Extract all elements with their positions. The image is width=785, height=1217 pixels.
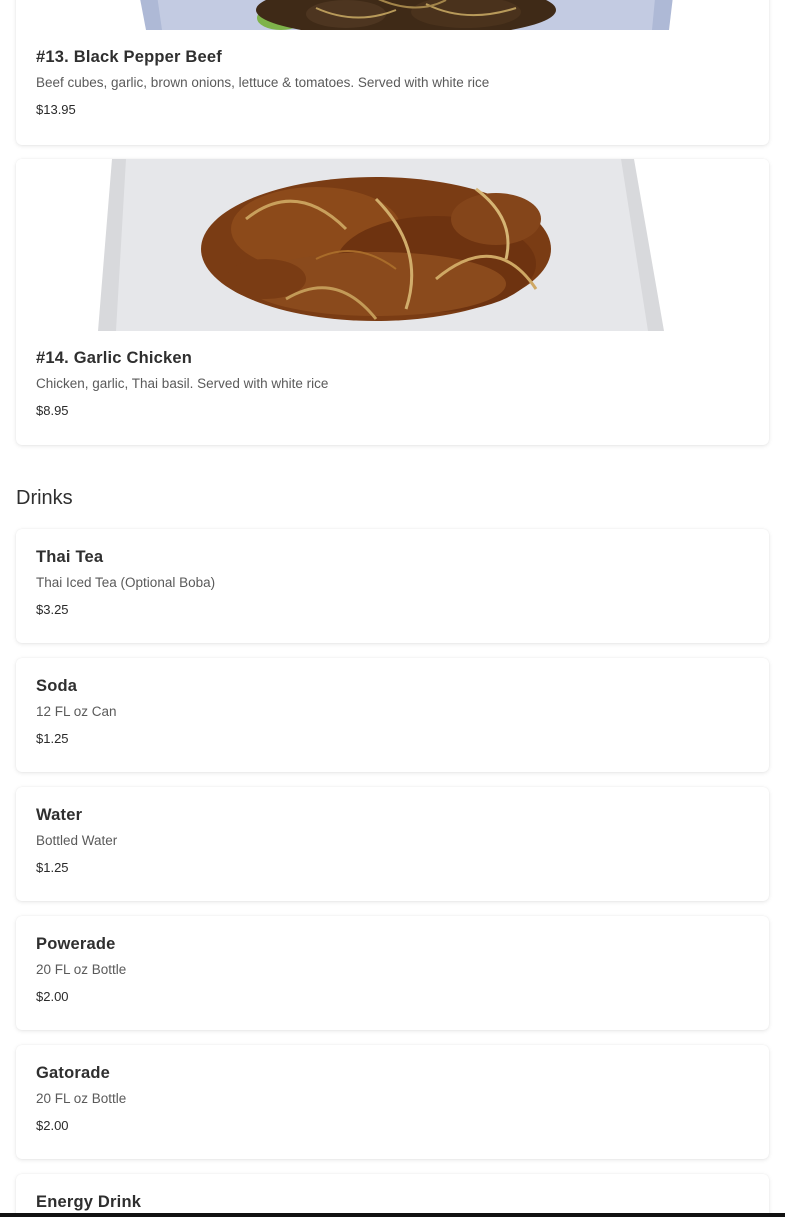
drink-item-description: 20 FL oz Bottle — [36, 1091, 127, 1106]
menu-item-card[interactable]: #13. Black Pepper Beef Beef cubes, garli… — [16, 0, 769, 145]
black-pepper-beef-photo — [16, 0, 769, 30]
drink-item-title: Energy Drink — [36, 1193, 142, 1211]
section-title-drinks: Drinks — [16, 487, 73, 509]
drink-item-card[interactable]: Energy Drink — [16, 1174, 769, 1217]
menu-item-description: Chicken, garlic, Thai basil. Served with… — [36, 376, 329, 391]
drink-item-card[interactable]: Water Bottled Water $1.25 — [16, 787, 769, 901]
drink-item-card[interactable]: Soda 12 FL oz Can $1.25 — [16, 658, 769, 772]
garlic-chicken-photo — [16, 159, 769, 331]
drink-item-card[interactable]: Powerade 20 FL oz Bottle $2.00 — [16, 916, 769, 1030]
drink-item-price: $2.00 — [36, 989, 69, 1004]
drink-item-title: Water — [36, 806, 83, 824]
drink-item-description: Thai Iced Tea (Optional Boba) — [36, 575, 216, 590]
menu-item-title: #14. Garlic Chicken — [36, 349, 193, 367]
drink-item-price: $1.25 — [36, 860, 69, 875]
drink-item-title: Thai Tea — [36, 548, 104, 566]
drink-item-price: $2.00 — [36, 1118, 69, 1133]
drink-item-description: Bottled Water — [36, 833, 118, 848]
menu-item-description: Beef cubes, garlic, brown onions, lettuc… — [36, 75, 490, 90]
menu-item-title: #13. Black Pepper Beef — [36, 48, 222, 66]
bottom-edge-bar — [0, 1213, 785, 1217]
drink-item-title: Soda — [36, 677, 78, 695]
drink-item-description: 12 FL oz Can — [36, 704, 117, 719]
drink-item-price: $1.25 — [36, 731, 69, 746]
drink-item-title: Powerade — [36, 935, 116, 953]
drink-item-card[interactable]: Gatorade 20 FL oz Bottle $2.00 — [16, 1045, 769, 1159]
menu-page: #13. Black Pepper Beef Beef cubes, garli… — [0, 0, 785, 1217]
menu-item-card[interactable]: #14. Garlic Chicken Chicken, garlic, Tha… — [16, 159, 769, 445]
menu-item-price: $8.95 — [36, 403, 69, 418]
menu-item-price: $13.95 — [36, 102, 76, 117]
drink-item-title: Gatorade — [36, 1064, 111, 1082]
drink-item-description: 20 FL oz Bottle — [36, 962, 127, 977]
drink-item-price: $3.25 — [36, 602, 69, 617]
drink-item-card[interactable]: Thai Tea Thai Iced Tea (Optional Boba) $… — [16, 529, 769, 643]
